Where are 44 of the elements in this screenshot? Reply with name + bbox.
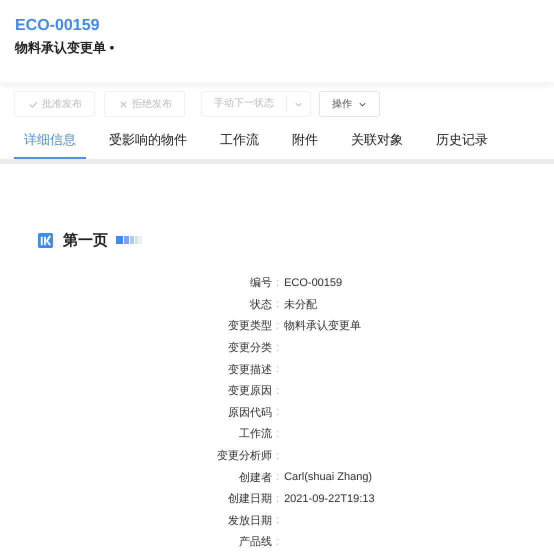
field-label: 变更分析师 <box>216 448 272 464</box>
tab[interactable]: 关联对象 <box>341 126 413 159</box>
field-label: 发放日期 <box>227 514 272 528</box>
colon: : <box>275 428 280 440</box>
colon: : <box>275 298 280 310</box>
field-label: 变更描述 <box>227 362 272 377</box>
colon: : <box>275 492 280 505</box>
field-label: 变更原因 <box>227 384 272 398</box>
field-label: 编号 <box>249 276 272 290</box>
record-type: 物料承认变更单 • <box>15 39 116 57</box>
colon: : <box>275 514 280 526</box>
tab[interactable]: 受影响的物件 <box>99 126 197 159</box>
colon: : <box>275 450 280 462</box>
field-label: 创建者 <box>238 470 272 485</box>
field-label: 工作流 <box>238 426 272 442</box>
field-label: 变更类型 <box>227 318 272 334</box>
field-label: 创建日期 <box>227 492 272 506</box>
record-id: ECO-00159 <box>15 16 100 36</box>
colon: : <box>275 536 280 548</box>
colon: : <box>275 363 280 376</box>
tab[interactable]: 附件 <box>282 126 328 159</box>
colon: : <box>275 406 280 418</box>
field-label: 原因代码 <box>227 406 272 420</box>
colon: : <box>275 384 280 397</box>
section-title: 第一页 <box>63 230 108 250</box>
section-icon <box>38 232 53 248</box>
toolbar-button[interactable]: 操作 <box>319 91 380 117</box>
check-icon <box>29 100 38 108</box>
colon: : <box>275 276 280 289</box>
close-icon <box>119 100 128 108</box>
decoration-drawing <box>116 236 144 244</box>
tab[interactable]: 历史记录 <box>426 126 498 159</box>
field-label: 状态 <box>249 298 272 312</box>
colon: : <box>275 342 280 354</box>
colon: : <box>275 320 280 332</box>
colon: : <box>275 471 280 484</box>
field-value: Carl(shuai Zhang) <box>284 471 372 484</box>
field-value: 2021-09-22T19:13 <box>284 492 375 505</box>
tab[interactable]: 工作流 <box>210 126 269 159</box>
field-label: 产品线 <box>238 534 272 550</box>
field-value: 物料承认变更单 <box>284 318 362 334</box>
field-value: ECO-00159 <box>284 276 342 289</box>
field-value: 未分配 <box>284 298 318 312</box>
field-label: 变更分类 <box>227 340 272 356</box>
